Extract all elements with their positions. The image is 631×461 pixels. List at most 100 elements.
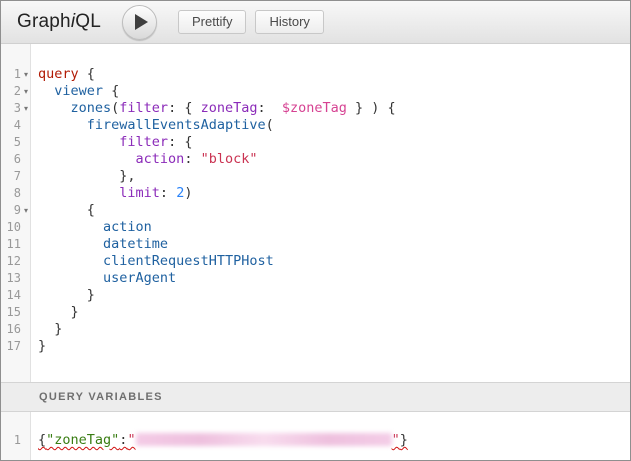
code-line: 14 }: [1, 287, 630, 304]
code-text: query {: [31, 66, 95, 83]
syntax-token: }: [400, 432, 408, 448]
code-line: 4 firewallEventsAdaptive(: [1, 117, 630, 134]
syntax-token: [38, 151, 136, 167]
syntax-token: },: [38, 168, 136, 184]
syntax-token: filter: [119, 134, 168, 150]
syntax-token: [38, 236, 103, 252]
syntax-token: : {: [168, 134, 192, 150]
line-number: 14: [1, 287, 21, 304]
variables-editor[interactable]: 1{"zoneTag":""}: [1, 412, 630, 460]
fold-gutter-spacer: [21, 304, 31, 321]
syntax-token: $zoneTag: [282, 100, 347, 116]
syntax-token: [38, 100, 71, 116]
code-text: {: [31, 202, 95, 219]
line-number: 4: [1, 117, 21, 134]
fold-gutter-spacer: [21, 338, 31, 355]
syntax-token: {: [79, 66, 95, 82]
code-line: 6 action: "block": [1, 151, 630, 168]
line-number: 16: [1, 321, 21, 338]
line-number: 1: [1, 432, 21, 449]
code-text: },: [31, 168, 136, 185]
syntax-token: : {: [168, 100, 201, 116]
logo-text-graph: Graph: [17, 11, 71, 32]
line-number: 9: [1, 202, 21, 219]
execute-query-button[interactable]: [122, 5, 157, 40]
code-line: 15 }: [1, 304, 630, 321]
syntax-token: } ) {: [347, 100, 396, 116]
code-text: clientRequestHTTPHost: [31, 253, 274, 270]
line-number: 6: [1, 151, 21, 168]
line-number: 3: [1, 100, 21, 117]
fold-gutter-spacer: [21, 253, 31, 270]
line-number: 1: [1, 66, 21, 83]
history-button[interactable]: History: [255, 10, 323, 34]
syntax-token: viewer: [54, 83, 103, 99]
code-text: }: [31, 321, 62, 338]
syntax-token: action: [136, 151, 185, 167]
fold-gutter-spacer: [21, 134, 31, 151]
line-number: 11: [1, 236, 21, 253]
fold-gutter-spacer: [21, 236, 31, 253]
syntax-token: [38, 134, 119, 150]
graphiql-logo: GraphiQL: [17, 11, 101, 33]
line-number: 12: [1, 253, 21, 270]
syntax-token: :: [184, 151, 200, 167]
code-line: 10 action: [1, 219, 630, 236]
code-line: 16 }: [1, 321, 630, 338]
fold-gutter-spacer: [21, 287, 31, 304]
syntax-token: :: [258, 100, 282, 116]
code-text: zones(filter: { zoneTag: $zoneTag } ) {: [31, 100, 396, 117]
query-variables-header[interactable]: QUERY VARIABLES: [1, 382, 630, 412]
syntax-token: [38, 117, 87, 133]
syntax-token: }: [38, 304, 79, 320]
syntax-token: firewallEventsAdaptive: [87, 117, 266, 133]
code-line: 8 limit: 2): [1, 185, 630, 202]
fold-gutter-spacer: [21, 270, 31, 287]
variables-code-lines: 1{"zoneTag":""}: [1, 412, 630, 449]
syntax-token: {: [103, 83, 119, 99]
fold-gutter-spacer: [21, 168, 31, 185]
fold-arrow-icon[interactable]: ▾: [21, 100, 31, 117]
syntax-token: [38, 270, 103, 286]
toolbar: GraphiQL Prettify History: [1, 1, 630, 44]
code-text: viewer {: [31, 83, 119, 100]
code-text: userAgent: [31, 270, 176, 287]
syntax-token: zoneTag: [201, 100, 258, 116]
code-text: action: "block": [31, 151, 258, 168]
query-code-lines: 1▾query {2▾ viewer {3▾ zones(filter: { z…: [1, 44, 630, 355]
fold-arrow-icon[interactable]: ▾: [21, 202, 31, 219]
code-text: filter: {: [31, 134, 192, 151]
syntax-token: }: [38, 321, 62, 337]
code-text: action: [31, 219, 152, 236]
logo-text-ql: QL: [75, 11, 101, 32]
syntax-token: (: [266, 117, 274, 133]
fold-arrow-icon[interactable]: ▾: [21, 66, 31, 83]
line-number: 2: [1, 83, 21, 100]
line-number: 8: [1, 185, 21, 202]
prettify-button[interactable]: Prettify: [178, 10, 246, 34]
syntax-token: filter: [119, 100, 168, 116]
code-text: firewallEventsAdaptive(: [31, 117, 274, 134]
code-text: {"zoneTag":""}: [31, 432, 408, 449]
syntax-token: clientRequestHTTPHost: [103, 253, 274, 269]
syntax-token: userAgent: [103, 270, 176, 286]
play-icon: [135, 14, 148, 30]
syntax-token: datetime: [103, 236, 168, 252]
syntax-token: [38, 253, 103, 269]
code-line: 12 clientRequestHTTPHost: [1, 253, 630, 270]
syntax-token: }: [38, 338, 46, 354]
syntax-token: [38, 185, 119, 201]
syntax-token: [38, 219, 103, 235]
line-number: 5: [1, 134, 21, 151]
code-line: 11 datetime: [1, 236, 630, 253]
syntax-token: action: [103, 219, 152, 235]
code-text: }: [31, 338, 46, 355]
syntax-token: {: [38, 432, 46, 448]
line-number: 10: [1, 219, 21, 236]
code-line: 17}: [1, 338, 630, 355]
fold-arrow-icon[interactable]: ▾: [21, 83, 31, 100]
query-editor[interactable]: 1▾query {2▾ viewer {3▾ zones(filter: { z…: [1, 44, 630, 382]
fold-gutter-spacer: [21, 219, 31, 236]
code-line: 9▾ {: [1, 202, 630, 219]
syntax-token: ": [392, 432, 400, 448]
